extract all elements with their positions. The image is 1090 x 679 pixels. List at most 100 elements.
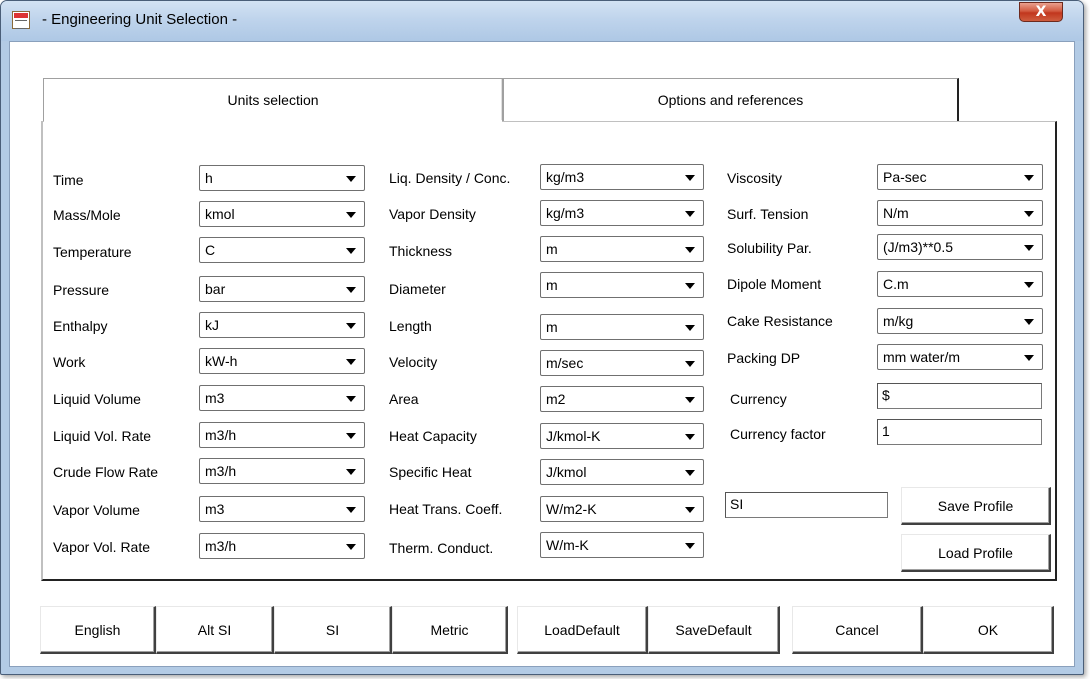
alt-si-button[interactable]: Alt SI	[156, 606, 274, 654]
chevron-down-icon	[685, 470, 695, 476]
title-bar[interactable]: - Engineering Unit Selection - X	[1, 1, 1083, 41]
load-default-button[interactable]: LoadDefault	[517, 606, 648, 654]
thickness-select[interactable]: m	[540, 236, 704, 262]
diameter-select[interactable]: m	[540, 272, 704, 298]
vapor-density-label: Vapor Density	[389, 206, 476, 222]
cake-resistance-label: Cake Resistance	[727, 313, 833, 329]
heat-trans-coeff-value: W/m2-K	[546, 501, 597, 517]
surf-tension-select[interactable]: N/m	[877, 200, 1043, 226]
work-value: kW-h	[205, 353, 238, 369]
time-label: Time	[53, 172, 84, 188]
vapor-density-value: kg/m3	[546, 205, 585, 221]
length-label: Length	[389, 318, 432, 334]
liq-density-conc-label: Liq. Density / Conc.	[389, 170, 511, 186]
chevron-down-icon	[346, 359, 356, 365]
time-select[interactable]: h	[199, 165, 365, 191]
mass-mole-select[interactable]: kmol	[199, 201, 365, 227]
heat-capacity-value: J/kmol-K	[546, 428, 601, 444]
profile-name-input[interactable]: SI	[725, 492, 888, 518]
solubility-par-value: (J/m3)**0.5	[883, 239, 954, 255]
cancel-button[interactable]: Cancel	[792, 606, 923, 654]
chevron-down-icon	[346, 396, 356, 402]
mass-mole-label: Mass/Mole	[53, 207, 121, 223]
vapor-volume-label: Vapor Volume	[53, 502, 140, 518]
vapor-volume-select[interactable]: m3	[199, 496, 365, 522]
metric-button[interactable]: Metric	[392, 606, 508, 654]
area-label: Area	[389, 391, 419, 407]
window-title: - Engineering Unit Selection -	[42, 11, 238, 28]
dipole-moment-select[interactable]: C.m	[877, 271, 1043, 297]
temperature-select[interactable]: C	[199, 237, 365, 263]
tab-label: Units selection	[227, 92, 319, 108]
heat-capacity-label: Heat Capacity	[389, 428, 477, 444]
heat-trans-coeff-label: Heat Trans. Coeff.	[389, 501, 503, 517]
english-button[interactable]: English	[40, 606, 156, 654]
heat-trans-coeff-select[interactable]: W/m2-K	[540, 496, 704, 522]
save-profile-button[interactable]: Save Profile	[901, 487, 1051, 525]
pressure-value: bar	[205, 281, 226, 297]
liquid-vol-rate-value: m3/h	[205, 427, 237, 443]
viscosity-select[interactable]: Pa-sec	[877, 164, 1043, 190]
thickness-label: Thickness	[389, 243, 453, 259]
chevron-down-icon	[346, 433, 356, 439]
chevron-down-icon	[685, 507, 695, 513]
close-button[interactable]: X	[1019, 2, 1063, 22]
enthalpy-value: kJ	[205, 317, 219, 333]
packing-dp-select[interactable]: mm water/m	[877, 344, 1043, 370]
save-default-button[interactable]: SaveDefault	[648, 606, 780, 654]
ok-button[interactable]: OK	[923, 606, 1054, 654]
solubility-par-select[interactable]: (J/m3)**0.5	[877, 234, 1043, 260]
temperature-value: C	[205, 242, 216, 258]
chevron-down-icon	[685, 397, 695, 403]
liq-density-conc-select[interactable]: kg/m3	[540, 164, 704, 190]
enthalpy-label: Enthalpy	[53, 318, 108, 334]
liquid-vol-rate-select[interactable]: m3/h	[199, 422, 365, 448]
surf-tension-value: N/m	[883, 205, 909, 221]
app-document-icon[interactable]	[12, 11, 30, 29]
viscosity-label: Viscosity	[727, 170, 782, 186]
therm-conduct-label: Therm. Conduct.	[389, 540, 494, 556]
heat-capacity-select[interactable]: J/kmol-K	[540, 423, 704, 449]
tab-options-and-references[interactable]: Options and references	[503, 78, 959, 121]
cake-resistance-value: m/kg	[883, 313, 914, 329]
specific-heat-select[interactable]: J/kmol	[540, 459, 704, 485]
chevron-down-icon	[346, 323, 356, 329]
pressure-select[interactable]: bar	[199, 276, 365, 302]
dipole-moment-value: C.m	[883, 276, 909, 292]
diameter-value: m	[546, 277, 558, 293]
work-label: Work	[53, 354, 86, 370]
area-select[interactable]: m2	[540, 386, 704, 412]
currency-factor-input[interactable]: 1	[877, 419, 1042, 445]
chevron-down-icon	[685, 434, 695, 440]
tab-units-selection[interactable]: Units selection	[43, 78, 503, 121]
vapor-density-select[interactable]: kg/m3	[540, 200, 704, 226]
crude-flow-rate-select[interactable]: m3/h	[199, 458, 365, 484]
currency-input[interactable]: $	[877, 383, 1042, 409]
vapor-vol-rate-label: Vapor Vol. Rate	[53, 539, 151, 555]
chevron-down-icon	[685, 175, 695, 181]
chevron-down-icon	[685, 283, 695, 289]
chevron-down-icon	[685, 247, 695, 253]
chevron-down-icon	[1024, 319, 1034, 325]
mass-mole-value: kmol	[205, 206, 235, 222]
solubility-par-label: Solubility Par.	[727, 240, 812, 256]
load-profile-button[interactable]: Load Profile	[901, 534, 1051, 572]
liquid-volume-select[interactable]: m3	[199, 385, 365, 411]
chevron-down-icon	[1024, 245, 1034, 251]
dipole-moment-label: Dipole Moment	[727, 276, 822, 292]
cake-resistance-select[interactable]: m/kg	[877, 308, 1043, 334]
velocity-select[interactable]: m/sec	[540, 350, 704, 376]
chevron-down-icon	[1024, 211, 1034, 217]
work-select[interactable]: kW-h	[199, 348, 365, 374]
therm-conduct-select[interactable]: W/m-K	[540, 532, 704, 558]
length-select[interactable]: m	[540, 314, 704, 340]
pressure-label: Pressure	[53, 282, 110, 298]
chevron-down-icon	[346, 544, 356, 550]
chevron-down-icon	[346, 507, 356, 513]
liquid-volume-value: m3	[205, 390, 225, 406]
vapor-vol-rate-select[interactable]: m3/h	[199, 533, 365, 559]
si-button[interactable]: SI	[274, 606, 392, 654]
enthalpy-select[interactable]: kJ	[199, 312, 365, 338]
specific-heat-label: Specific Heat	[389, 464, 472, 480]
therm-conduct-value: W/m-K	[546, 537, 589, 553]
